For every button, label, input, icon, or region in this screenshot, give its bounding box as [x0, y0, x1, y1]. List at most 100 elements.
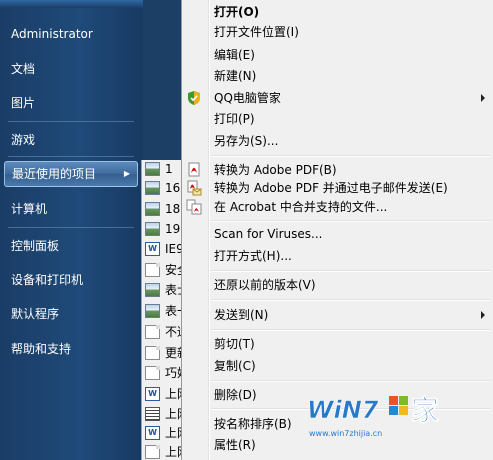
start-item-default-programs[interactable]: 默认程序 — [4, 301, 138, 327]
menu-item-save-as[interactable]: 另存为(S)... — [182, 131, 493, 151]
document-icon — [145, 263, 160, 277]
menu-item-label: 另存为(S)... — [214, 134, 279, 148]
start-item-label: 图片 — [11, 96, 36, 110]
menu-item-cut[interactable]: 剪切(T) — [182, 334, 493, 354]
recent-item[interactable]: 巧妙 — [142, 364, 186, 382]
image-file-icon — [145, 202, 160, 216]
start-item-pictures[interactable]: 图片 — [4, 90, 138, 116]
start-item-games[interactable]: 游戏 — [4, 127, 138, 153]
submenu-arrow-icon — [481, 311, 485, 319]
start-item-label: 设备和打印机 — [11, 273, 84, 287]
chevron-right-icon: ▶ — [123, 169, 130, 178]
image-file-icon — [145, 181, 160, 195]
start-separator — [8, 121, 134, 122]
recent-items-submenu: 1 16 18 19 WIE9 安全 表士 表一 不适 更新 巧妙 W上网 上网… — [141, 160, 186, 460]
win7-home-watermark-logo: WiN7 家 www.win7zhijia.cn — [307, 394, 440, 438]
menu-item-convert-pdf[interactable]: 转换为 Adobe PDF(B) — [182, 160, 493, 180]
menu-item-label: 打开(O) — [214, 5, 260, 19]
recent-item[interactable]: 不适 — [142, 323, 186, 341]
word-document-icon: W — [145, 387, 160, 401]
recent-item[interactable]: 18 — [142, 200, 186, 218]
menu-separator — [212, 155, 490, 157]
start-item-computer[interactable]: 计算机 — [4, 196, 138, 222]
menu-item-new[interactable]: 新建(N) — [182, 66, 493, 86]
recent-item[interactable]: 1 — [142, 160, 186, 178]
start-item-recent-items[interactable]: 最近使用的项目 ▶ — [4, 161, 138, 187]
image-file-icon — [145, 162, 160, 176]
image-file-icon — [145, 222, 160, 236]
menu-separator — [212, 270, 490, 272]
menu-item-label: 转换为 Adobe PDF(B) — [214, 163, 337, 177]
recent-item-label: 19 — [165, 222, 181, 236]
menu-item-label: 新建(N) — [214, 69, 257, 83]
menu-separator — [212, 329, 490, 331]
menu-item-label: 删除(D) — [214, 388, 257, 402]
menu-item-label: 还原以前的版本(V) — [214, 278, 316, 292]
recent-item[interactable]: 安全 — [142, 261, 186, 279]
start-item-help-support[interactable]: 帮助和支持 — [4, 336, 138, 362]
menu-item-acrobat-combine[interactable]: 在 Acrobat 中合并支持的文件... — [182, 197, 493, 217]
menu-item-label: Scan for Viruses... — [214, 227, 323, 241]
recent-item[interactable]: W上网 — [142, 424, 186, 442]
word-document-icon: W — [145, 426, 160, 440]
start-menu-right-pane: Administrator 文档 图片 游戏 最近使用的项目 ▶ 计算机 控制面… — [0, 0, 143, 460]
recent-item[interactable]: 19 — [142, 220, 186, 238]
menu-item-label: 转换为 Adobe PDF 并通过电子邮件发送(E) — [214, 181, 448, 195]
menu-item-label: 剪切(T) — [214, 337, 255, 351]
start-item-label: 计算机 — [11, 202, 48, 216]
start-item-label: 游戏 — [11, 133, 36, 147]
start-item-administrator[interactable]: Administrator — [4, 21, 138, 47]
menu-item-send-to[interactable]: 发送到(N) — [182, 305, 493, 325]
start-item-label: 帮助和支持 — [11, 342, 72, 356]
image-file-icon — [145, 304, 160, 318]
menu-separator — [212, 380, 490, 382]
svg-text:WiN7: WiN7 — [307, 396, 379, 424]
menu-item-label: 复制(C) — [214, 359, 256, 373]
menu-item-label: 按名称排序(B) — [214, 417, 292, 431]
menu-item-qq-pc-manager[interactable]: QQ电脑管家 — [182, 88, 493, 108]
menu-item-scan-viruses[interactable]: Scan for Viruses... — [182, 224, 493, 244]
recent-item[interactable]: 表一 — [142, 302, 186, 320]
recent-item[interactable]: W上网 — [142, 385, 186, 403]
start-item-devices-printers[interactable]: 设备和打印机 — [4, 267, 138, 293]
menu-item-copy[interactable]: 复制(C) — [182, 356, 493, 376]
menu-item-open-file-location[interactable]: 打开文件位置(I) — [182, 22, 493, 42]
menu-item-edit[interactable]: 编辑(E) — [182, 45, 493, 65]
menu-item-print[interactable]: 打印(P) — [182, 109, 493, 129]
recent-item[interactable]: 上网 — [142, 443, 186, 460]
adobe-pdf-email-icon — [187, 180, 202, 196]
menu-item-open[interactable]: 打开(O) — [182, 2, 493, 22]
submenu-arrow-icon — [481, 94, 485, 102]
recent-item[interactable]: 更新 — [142, 344, 186, 362]
menu-item-restore-previous[interactable]: 还原以前的版本(V) — [182, 275, 493, 295]
qq-shield-icon — [188, 91, 200, 105]
start-item-label: 默认程序 — [11, 307, 60, 321]
start-separator — [8, 156, 134, 157]
recent-item[interactable]: 16 — [142, 179, 186, 197]
recent-item[interactable]: 表士 — [142, 281, 186, 299]
recent-item-label: 1 — [165, 162, 173, 176]
document-icon — [145, 325, 160, 339]
svg-text:家: 家 — [411, 394, 439, 427]
menu-separator — [212, 299, 490, 301]
menu-separator — [212, 220, 490, 222]
start-item-label: Administrator — [11, 27, 93, 41]
document-icon — [145, 366, 160, 380]
start-separator — [8, 227, 134, 228]
text-document-icon — [145, 407, 160, 421]
menu-item-convert-pdf-email[interactable]: 转换为 Adobe PDF 并通过电子邮件发送(E) — [182, 178, 493, 198]
start-item-label: 文档 — [11, 62, 36, 76]
image-file-icon — [145, 283, 160, 297]
menu-item-label: 打印(P) — [214, 112, 255, 126]
menu-item-label: 打开文件位置(I) — [214, 25, 299, 39]
recent-item[interactable]: 上网 — [142, 405, 186, 423]
acrobat-combine-icon — [186, 199, 202, 215]
document-icon — [145, 445, 160, 459]
menu-item-label: 打开方式(H)... — [214, 249, 292, 263]
recent-item[interactable]: W IE9 — [142, 240, 186, 258]
start-item-documents[interactable]: 文档 — [4, 56, 138, 82]
menu-item-open-with[interactable]: 打开方式(H)... — [182, 246, 493, 266]
recent-item-label: 16 — [165, 181, 181, 195]
svg-text:www.win7zhijia.cn: www.win7zhijia.cn — [309, 429, 382, 438]
start-item-control-panel[interactable]: 控制面板 — [4, 233, 138, 259]
